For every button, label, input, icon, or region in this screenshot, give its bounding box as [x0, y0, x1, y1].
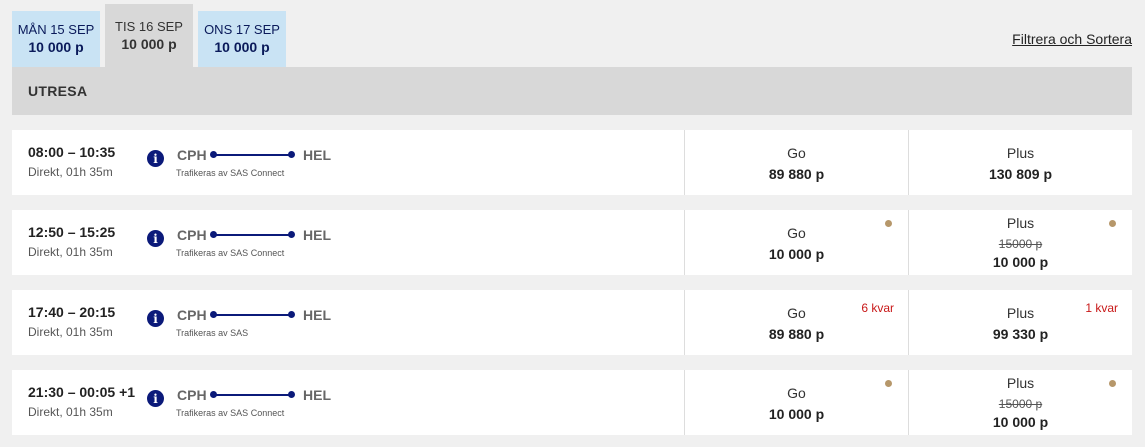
route-line — [211, 154, 293, 156]
flight-times: 12:50 – 15:25 — [28, 224, 116, 240]
operator-text: Trafikeras av SAS Connect — [176, 168, 285, 178]
fare-name: Plus — [1006, 375, 1035, 391]
flight-row: 12:50 – 15:25 Direkt, 01h 35m i CPH HEL … — [12, 210, 1132, 275]
fare-name: Plus — [1006, 215, 1035, 231]
fare-go-cell[interactable]: Go 89 880 p 6 kvar — [684, 290, 908, 355]
date-tab-day: TIS 16 SEP — [115, 18, 183, 34]
date-tab-day: ONS 17 SEP — [204, 22, 280, 37]
destination-airport: HEL — [303, 387, 331, 403]
info-icon[interactable]: i — [147, 230, 164, 247]
date-tab-price: 10 000 p — [28, 39, 84, 55]
fare-old-price: 15000 p — [998, 397, 1043, 411]
route-destination-dot — [288, 391, 295, 398]
fare-marker-dot — [885, 380, 892, 387]
origin-airport: CPH — [177, 307, 207, 323]
fare-go-cell[interactable]: Go 10 000 p — [684, 370, 908, 435]
fare-price: 89 880 p — [768, 326, 825, 342]
origin-airport: CPH — [177, 387, 207, 403]
route-destination-dot — [288, 231, 295, 238]
origin-airport: CPH — [177, 147, 207, 163]
fare-price: 89 880 p — [768, 166, 825, 182]
destination-airport: HEL — [303, 307, 331, 323]
fare-plus-cell[interactable]: Plus 130 809 p — [908, 130, 1132, 195]
fare-price: 10 000 p — [992, 414, 1049, 430]
flight-duration: Direkt, 01h 35m — [28, 405, 113, 419]
route-destination-dot — [288, 151, 295, 158]
flight-duration: Direkt, 01h 35m — [28, 325, 113, 339]
fare-go-cell[interactable]: Go 89 880 p — [684, 130, 908, 195]
filter-sort-link[interactable]: Filtrera och Sortera — [1012, 31, 1132, 47]
flight-times: 21:30 – 00:05 +1 — [28, 384, 136, 400]
flight-times: 17:40 – 20:15 — [28, 304, 116, 320]
date-tab-day: MÅN 15 SEP — [17, 22, 95, 37]
fare-price: 99 330 p — [992, 326, 1049, 342]
fare-name: Go — [787, 385, 806, 401]
flight-times: 08:00 – 10:35 — [28, 144, 116, 160]
info-icon[interactable]: i — [147, 390, 164, 407]
fare-price: 10 000 p — [768, 406, 825, 422]
date-tab-wed-17-sep[interactable]: ONS 17 SEP 10 000 p — [198, 11, 286, 67]
destination-airport: HEL — [303, 147, 331, 163]
date-tab-price: 10 000 p — [121, 35, 177, 52]
section-title: UTRESA — [28, 83, 88, 99]
fare-marker-dot — [885, 220, 892, 227]
date-tab-tue-16-sep[interactable]: TIS 16 SEP 10 000 p — [105, 4, 193, 67]
fare-plus-cell[interactable]: Plus 99 330 p 1 kvar — [908, 290, 1132, 355]
operator-text: Trafikeras av SAS Connect — [176, 248, 285, 258]
destination-airport: HEL — [303, 227, 331, 243]
operator-text: Trafikeras av SAS — [176, 328, 249, 338]
fare-marker-dot — [1109, 220, 1116, 227]
flight-row: 08:00 – 10:35 Direkt, 01h 35m i CPH HEL … — [12, 130, 1132, 195]
fare-name: Go — [787, 225, 806, 241]
origin-airport: CPH — [177, 227, 207, 243]
fare-price: 10 000 p — [992, 254, 1049, 270]
fare-go-cell[interactable]: Go 10 000 p — [684, 210, 908, 275]
flight-duration: Direkt, 01h 35m — [28, 245, 113, 259]
fare-price: 130 809 p — [988, 166, 1053, 182]
route-line — [211, 234, 293, 236]
fare-name: Go — [787, 145, 806, 161]
flight-row: 17:40 – 20:15 Direkt, 01h 35m i CPH HEL … — [12, 290, 1132, 355]
route-line — [211, 314, 293, 316]
fare-name: Plus — [1006, 145, 1035, 161]
route-destination-dot — [288, 311, 295, 318]
flight-duration: Direkt, 01h 35m — [28, 165, 113, 179]
info-icon[interactable]: i — [147, 150, 164, 167]
fare-old-price: 15000 p — [998, 237, 1043, 251]
date-tab-mon-15-sep[interactable]: MÅN 15 SEP 10 000 p — [12, 11, 100, 67]
operator-text: Trafikeras av SAS Connect — [176, 408, 285, 418]
date-tabs: MÅN 15 SEP 10 000 p TIS 16 SEP 10 000 p … — [12, 4, 291, 67]
fare-plus-cell[interactable]: Plus 15000 p 10 000 p — [908, 210, 1132, 275]
seats-left-badge: 1 kvar — [1085, 301, 1118, 315]
fare-plus-cell[interactable]: Plus 15000 p 10 000 p — [908, 370, 1132, 435]
flight-row: 21:30 – 00:05 +1 Direkt, 01h 35m i CPH H… — [12, 370, 1132, 435]
outbound-section-header: UTRESA — [12, 67, 1132, 115]
info-icon[interactable]: i — [147, 310, 164, 327]
seats-left-badge: 6 kvar — [861, 301, 894, 315]
fare-marker-dot — [1109, 380, 1116, 387]
fare-price: 10 000 p — [768, 246, 825, 262]
route-line — [211, 394, 293, 396]
date-tab-price: 10 000 p — [214, 39, 270, 55]
